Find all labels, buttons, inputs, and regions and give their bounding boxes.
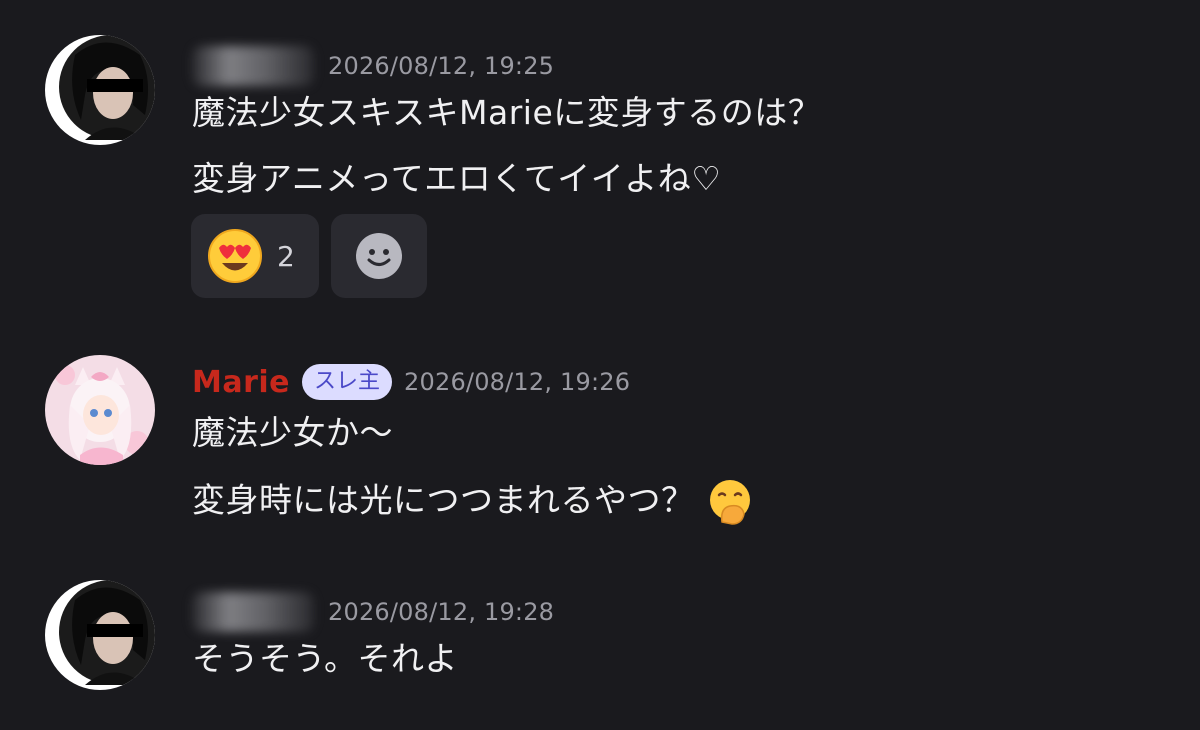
author-name-blurred[interactable] <box>192 592 314 632</box>
message-text: 変身アニメってエロくてイイよね♡ <box>192 159 722 198</box>
message-header: 2026/08/12, 19:28 <box>192 590 554 634</box>
message-text: そうそう。それよ <box>192 639 459 678</box>
message-text: 変身時には光につつまれるやつ？ <box>192 480 695 520</box>
thread-owner-badge: スレ主 <box>302 364 393 400</box>
avatar[interactable] <box>45 580 155 690</box>
author-name-blurred[interactable] <box>192 46 314 86</box>
heart-eyes-emoji <box>208 229 262 283</box>
timestamp: 2026/08/12, 19:28 <box>328 598 555 626</box>
reaction-heart-eyes[interactable]: 2 <box>191 214 319 298</box>
timestamp: 2026/08/12, 19:25 <box>328 52 555 80</box>
message-text: 魔法少女か～ <box>192 413 393 452</box>
timestamp: 2026/08/12, 19:26 <box>404 368 631 396</box>
reactions-row: 2 <box>191 214 427 298</box>
reaction-count: 2 <box>277 239 295 273</box>
message-text-with-emoji: 変身時には光につつまれるやつ？ <box>192 478 754 526</box>
avatar[interactable] <box>45 355 155 465</box>
message-text: 魔法少女スキスキMarieに変身するのは？ <box>192 93 822 132</box>
avatar[interactable] <box>45 35 155 145</box>
add-reaction-button[interactable] <box>331 214 427 298</box>
hand-over-mouth-emoji <box>709 480 750 525</box>
message-header: Marie スレ主 2026/08/12, 19:26 <box>192 360 630 404</box>
author-name[interactable]: Marie <box>192 365 290 400</box>
message-header: 2026/08/12, 19:25 <box>192 44 554 88</box>
add-reaction-icon <box>356 233 402 279</box>
